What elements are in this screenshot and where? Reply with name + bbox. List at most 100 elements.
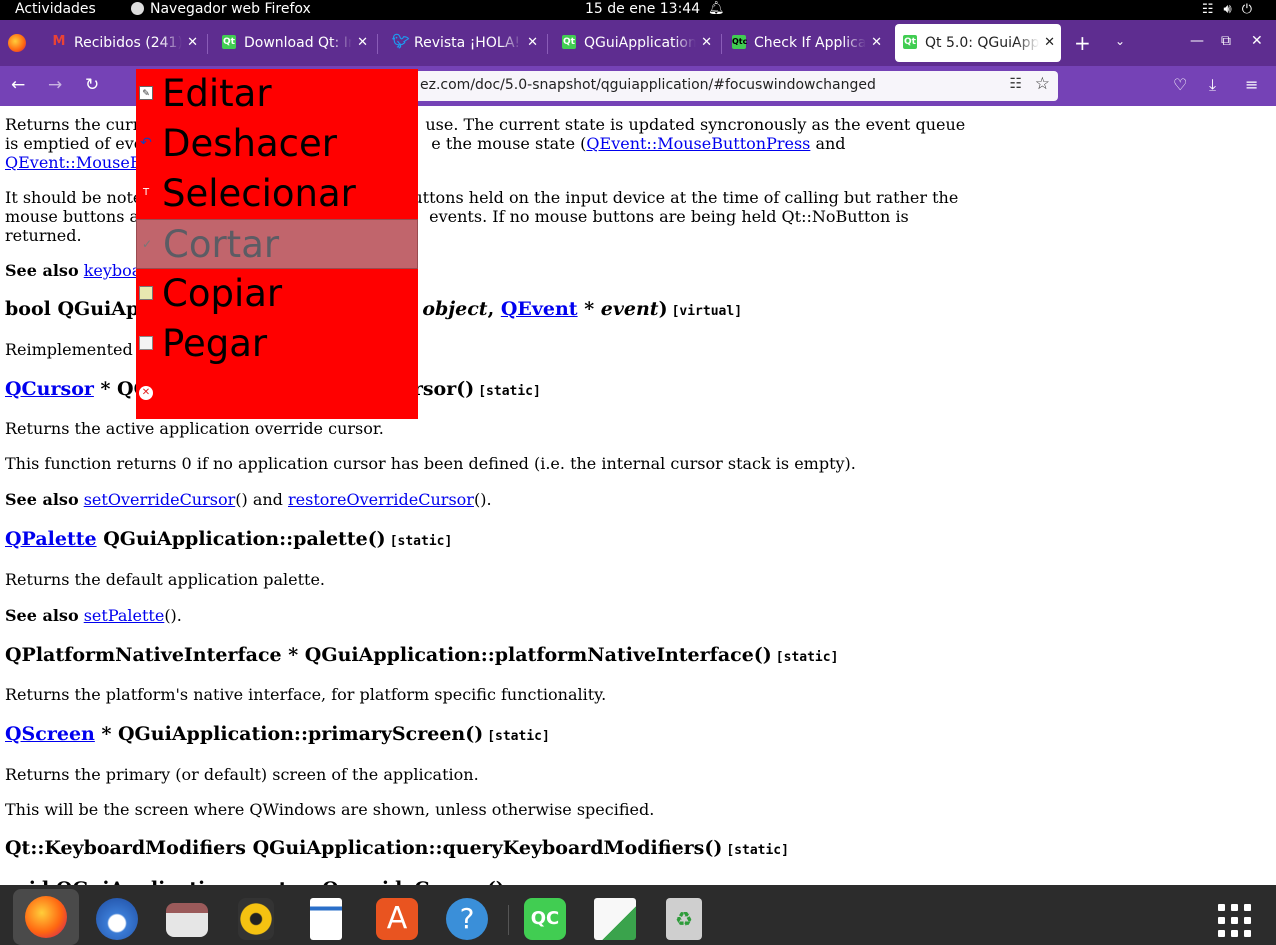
heading-keyboard-modifiers: Qt::KeyboardModifiers QGuiApplication::q… (5, 837, 789, 859)
dock-rhythmbox[interactable] (228, 893, 278, 943)
copy-icon (139, 286, 153, 300)
paste-icon (139, 336, 153, 350)
qt-icon: Qt (562, 35, 576, 49)
tab-title: Qt 5.0: QGuiAppl (925, 35, 1039, 51)
firefox-icon (131, 2, 144, 15)
tab-title: Check If Applicat (754, 35, 866, 51)
menu-item-copiar[interactable]: Copiar (136, 269, 418, 319)
minimize-button[interactable]: — (1190, 33, 1204, 49)
screen-description: Returns the primary (or default) screen … (5, 765, 479, 784)
close-icon[interactable]: ✕ (187, 24, 198, 62)
dock-software[interactable]: A (368, 893, 418, 943)
close-icon: ✕ (139, 386, 153, 400)
reload-button[interactable]: ↻ (85, 74, 99, 96)
undo-icon: ↶ (140, 135, 152, 151)
link-qscreen[interactable]: QScreen (5, 723, 95, 745)
qtc-icon: Qtc (732, 35, 747, 49)
tab-title: Download Qt: Ins (244, 35, 352, 51)
dock-help[interactable]: ? (438, 893, 488, 943)
palette-description: Returns the default application palette. (5, 570, 326, 589)
heading-restore-cursor-partial: void QGuiApplication::restoreOverrideCur… (5, 877, 970, 885)
dock-firefox[interactable] (13, 889, 79, 945)
qt-icon: Qt (903, 35, 917, 49)
menu-item-selecionar[interactable]: T Selecionar (136, 169, 418, 219)
tab-divider (377, 34, 378, 54)
close-icon[interactable]: ✕ (871, 24, 882, 62)
qtcreator-icon: QC (524, 898, 566, 940)
context-menu: ✎ Editar ↶ Deshacer T Selecionar ✓ Corta… (136, 69, 418, 419)
tab-title: QGuiApplication (584, 35, 696, 51)
dock-text-editor[interactable] (586, 893, 636, 943)
reader-view-icon[interactable]: ☷ (1009, 76, 1022, 92)
dock-thunderbird[interactable] (88, 893, 138, 943)
alarm-icon: 🔔︎ (708, 1, 725, 16)
link-mousebuttonrelease[interactable]: QEvent::MouseB (5, 153, 142, 172)
menu-icon[interactable]: ≡ (1245, 75, 1258, 94)
network-icon: ☷ (1201, 2, 1224, 17)
tab-revista-hola[interactable]: 🐦︎ Revista ¡HOLA! (@ ✕ (384, 24, 544, 62)
dock-writer[interactable] (298, 893, 348, 943)
menu-item-cerrar[interactable]: ✕ (136, 369, 418, 419)
link-qpalette[interactable]: QPalette (5, 528, 97, 550)
app-menu[interactable]: Navegador web Firefox (131, 0, 311, 19)
list-all-tabs-button[interactable]: ⌄ (1115, 34, 1125, 48)
back-button[interactable]: ← (11, 74, 25, 96)
native-description: Returns the platform's native interface,… (5, 685, 607, 704)
text-editor-icon (594, 898, 636, 940)
tab-download-qt[interactable]: Qt Download Qt: Ins ✕ (214, 24, 374, 62)
menu-item-editar[interactable]: ✎ Editar (136, 69, 418, 119)
system-tray[interactable]: ☷🔊︎⏻ (1202, 0, 1262, 19)
forward-button[interactable]: → (48, 74, 62, 96)
screen-note: This will be the screen where QWindows a… (5, 800, 655, 819)
clock[interactable]: 15 de ene 13:44 (585, 0, 700, 19)
edit-icon: ✎ (139, 86, 153, 100)
tab-check-if-application[interactable]: Qtc Check If Applicat ✕ (724, 24, 888, 62)
see-also-3: See also setPalette(). (5, 606, 182, 625)
menu-item-pegar[interactable]: Pegar (136, 319, 418, 369)
tab-qt5-qguiapplication[interactable]: Qt Qt 5.0: QGuiAppl ✕ (895, 24, 1061, 62)
dock-files[interactable] (158, 893, 208, 943)
menu-item-cortar[interactable]: ✓ Cortar (136, 219, 418, 269)
link-mousebuttonpress[interactable]: QEvent::MouseButtonPress (586, 134, 810, 153)
firefox-icon (25, 896, 67, 938)
tab-gmail[interactable]: M Recibidos (241) - ✕ (44, 24, 204, 62)
link-setpalette[interactable]: setPalette (84, 606, 165, 625)
pocket-icon[interactable]: ♡ (1173, 75, 1187, 94)
thunderbird-icon (96, 898, 138, 940)
heading-palette: QPalette QGuiApplication::palette() [stat… (5, 528, 453, 550)
firefox-view-icon[interactable] (8, 34, 26, 52)
close-icon[interactable]: ✕ (527, 24, 538, 62)
link-keyboard[interactable]: keyboa (84, 261, 142, 280)
link-setoverridecursor[interactable]: setOverrideCursor (84, 490, 236, 509)
link-qcursor[interactable]: QCursor (5, 378, 94, 400)
bookmark-star-icon[interactable]: ☆ (1035, 74, 1050, 94)
link-qevent[interactable]: QEvent (501, 298, 578, 320)
dock-qtcreator[interactable]: QC (516, 893, 566, 943)
app-grid-icon[interactable] (1218, 904, 1252, 938)
close-icon[interactable]: ✕ (357, 24, 368, 62)
link-restoreoverridecursor[interactable]: restoreOverrideCursor (288, 490, 474, 509)
volume-icon: 🔊︎ (1223, 2, 1242, 17)
twitter-icon: 🐦︎ (392, 34, 410, 50)
menu-item-deshacer[interactable]: ↶ Deshacer (136, 119, 418, 169)
writer-icon (310, 898, 342, 940)
tab-qguiapplication[interactable]: Qt QGuiApplication ✕ (554, 24, 718, 62)
activities-button[interactable]: Actividades (15, 0, 96, 19)
restore-button[interactable]: ⧉ (1221, 33, 1231, 49)
gnome-top-bar: Actividades Navegador web Firefox 15 de … (0, 0, 1276, 20)
downloads-icon[interactable]: ⤓ (1209, 75, 1216, 95)
trash-icon: ♻ (666, 898, 702, 940)
new-tab-button[interactable]: + (1074, 31, 1091, 55)
power-icon: ⏻ (1241, 2, 1262, 17)
tab-divider (547, 34, 548, 54)
gmail-icon: M (52, 34, 66, 49)
dock-trash[interactable]: ♻ (656, 893, 706, 943)
heading-native-interface: QPlatformNativeInterface * QGuiApplicati… (5, 644, 839, 666)
close-icon[interactable]: ✕ (1044, 24, 1055, 62)
rhythmbox-icon (238, 898, 274, 940)
close-icon[interactable]: ✕ (701, 24, 712, 62)
dock: A ? QC ♻ (0, 885, 1276, 945)
tab-divider (207, 34, 208, 54)
close-window-button[interactable]: ✕ (1251, 33, 1263, 49)
software-icon: A (376, 898, 418, 940)
